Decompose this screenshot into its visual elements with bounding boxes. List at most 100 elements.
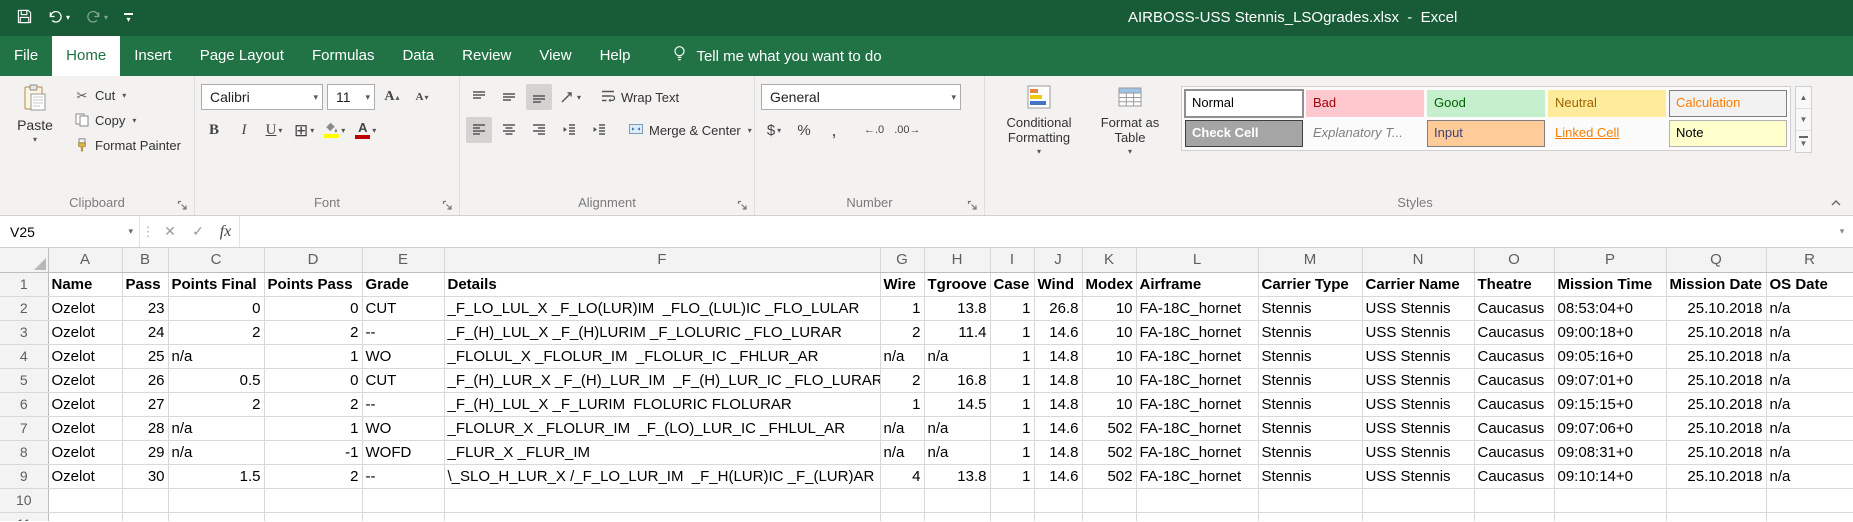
column-header-I[interactable]: I (990, 248, 1034, 272)
cell-R9[interactable]: n/a (1766, 464, 1853, 488)
customize-quick-access-button[interactable]: ▾ (117, 9, 140, 28)
cell-B2[interactable]: 23 (122, 296, 168, 320)
cell-B9[interactable]: 30 (122, 464, 168, 488)
cell-I10[interactable] (990, 488, 1034, 512)
cell-A6[interactable]: Ozelot (48, 392, 122, 416)
cell-I11[interactable] (990, 512, 1034, 521)
conditional-formatting-button[interactable]: Conditional Formatting ▾ (991, 81, 1087, 156)
cell-O9[interactable]: Caucasus (1474, 464, 1554, 488)
tell-me-box[interactable]: Tell me what you want to do (672, 36, 881, 76)
cell-O10[interactable] (1474, 488, 1554, 512)
collapse-ribbon-button[interactable] (1827, 196, 1845, 210)
column-header-F[interactable]: F (444, 248, 880, 272)
cell-M6[interactable]: Stennis (1258, 392, 1362, 416)
style-explanatory-t[interactable]: Explanatory T... (1306, 120, 1424, 147)
cell-P7[interactable]: 09:07:06+0 (1554, 416, 1666, 440)
tab-view[interactable]: View (525, 36, 585, 76)
gallery-scroll-up-button[interactable]: ▲ (1796, 87, 1811, 109)
cell-H3[interactable]: 11.4 (924, 320, 990, 344)
increase-decimal-button[interactable]: ←.0 (861, 117, 887, 143)
tab-file[interactable]: File (0, 36, 52, 76)
column-header-K[interactable]: K (1082, 248, 1136, 272)
cell-A1[interactable]: Name (48, 272, 122, 296)
style-neutral[interactable]: Neutral (1548, 90, 1666, 117)
font-size-select[interactable]: 11 ▾ (327, 84, 375, 110)
cell-L10[interactable] (1136, 488, 1258, 512)
row-header-7[interactable]: 7 (0, 416, 48, 440)
cell-E11[interactable] (362, 512, 444, 521)
cell-O3[interactable]: Caucasus (1474, 320, 1554, 344)
tab-page-layout[interactable]: Page Layout (186, 36, 298, 76)
font-dialog-launcher[interactable] (441, 199, 453, 211)
cell-Q8[interactable]: 25.10.2018 (1666, 440, 1766, 464)
format-painter-button[interactable]: Format Painter (70, 133, 185, 158)
cell-D8[interactable]: -1 (264, 440, 362, 464)
cell-E2[interactable]: CUT (362, 296, 444, 320)
cell-P2[interactable]: 08:53:04+0 (1554, 296, 1666, 320)
formula-bar-handle[interactable]: ⋮ (140, 216, 156, 247)
cell-K5[interactable]: 10 (1082, 368, 1136, 392)
align-top-button[interactable] (466, 84, 492, 110)
cell-F5[interactable]: _F_(H)_LUR_X _F_(H)_LUR_IM _F_(H)_LUR_IC… (444, 368, 880, 392)
cell-M7[interactable]: Stennis (1258, 416, 1362, 440)
cell-R8[interactable]: n/a (1766, 440, 1853, 464)
cell-H8[interactable]: n/a (924, 440, 990, 464)
cell-C6[interactable]: 2 (168, 392, 264, 416)
column-header-E[interactable]: E (362, 248, 444, 272)
cell-C11[interactable] (168, 512, 264, 521)
cell-L2[interactable]: FA-18C_hornet (1136, 296, 1258, 320)
cell-O8[interactable]: Caucasus (1474, 440, 1554, 464)
cell-A5[interactable]: Ozelot (48, 368, 122, 392)
column-header-P[interactable]: P (1554, 248, 1666, 272)
row-header-3[interactable]: 3 (0, 320, 48, 344)
underline-button[interactable]: U▾ (261, 117, 287, 143)
select-all-button[interactable] (0, 248, 48, 272)
style-linked-cell[interactable]: Linked Cell (1548, 120, 1666, 147)
column-header-H[interactable]: H (924, 248, 990, 272)
cell-G9[interactable]: 4 (880, 464, 924, 488)
cell-P5[interactable]: 09:07:01+0 (1554, 368, 1666, 392)
cell-E10[interactable] (362, 488, 444, 512)
accounting-format-button[interactable]: $▾ (761, 117, 787, 143)
cell-Q5[interactable]: 25.10.2018 (1666, 368, 1766, 392)
cell-E1[interactable]: Grade (362, 272, 444, 296)
cell-I8[interactable]: 1 (990, 440, 1034, 464)
cell-M5[interactable]: Stennis (1258, 368, 1362, 392)
cell-O1[interactable]: Theatre (1474, 272, 1554, 296)
cell-Q7[interactable]: 25.10.2018 (1666, 416, 1766, 440)
bold-button[interactable]: B (201, 117, 227, 143)
decrease-indent-button[interactable] (556, 117, 582, 143)
cell-L9[interactable]: FA-18C_hornet (1136, 464, 1258, 488)
cell-L5[interactable]: FA-18C_hornet (1136, 368, 1258, 392)
number-dialog-launcher[interactable] (966, 199, 978, 211)
column-header-D[interactable]: D (264, 248, 362, 272)
align-right-button[interactable] (526, 117, 552, 143)
cell-R3[interactable]: n/a (1766, 320, 1853, 344)
align-center-button[interactable] (496, 117, 522, 143)
row-header-11[interactable]: 11 (0, 512, 48, 521)
row-header-6[interactable]: 6 (0, 392, 48, 416)
increase-indent-button[interactable] (586, 117, 612, 143)
cell-L8[interactable]: FA-18C_hornet (1136, 440, 1258, 464)
cell-I7[interactable]: 1 (990, 416, 1034, 440)
cell-K6[interactable]: 10 (1082, 392, 1136, 416)
align-middle-button[interactable] (496, 84, 522, 110)
cell-G3[interactable]: 2 (880, 320, 924, 344)
cell-J4[interactable]: 14.8 (1034, 344, 1082, 368)
column-header-A[interactable]: A (48, 248, 122, 272)
cell-J3[interactable]: 14.6 (1034, 320, 1082, 344)
cell-L1[interactable]: Airframe (1136, 272, 1258, 296)
cell-J8[interactable]: 14.8 (1034, 440, 1082, 464)
cell-N8[interactable]: USS Stennis (1362, 440, 1474, 464)
cell-A10[interactable] (48, 488, 122, 512)
cell-G10[interactable] (880, 488, 924, 512)
cell-H6[interactable]: 14.5 (924, 392, 990, 416)
cell-F10[interactable] (444, 488, 880, 512)
cell-P9[interactable]: 09:10:14+0 (1554, 464, 1666, 488)
cell-R6[interactable]: n/a (1766, 392, 1853, 416)
cell-F7[interactable]: _FLOLUR_X _FLOLUR_IM _F_(LO)_LUR_IC _FHL… (444, 416, 880, 440)
cell-D2[interactable]: 0 (264, 296, 362, 320)
increase-font-size-button[interactable]: A▴ (379, 84, 405, 110)
column-header-G[interactable]: G (880, 248, 924, 272)
cell-K7[interactable]: 502 (1082, 416, 1136, 440)
